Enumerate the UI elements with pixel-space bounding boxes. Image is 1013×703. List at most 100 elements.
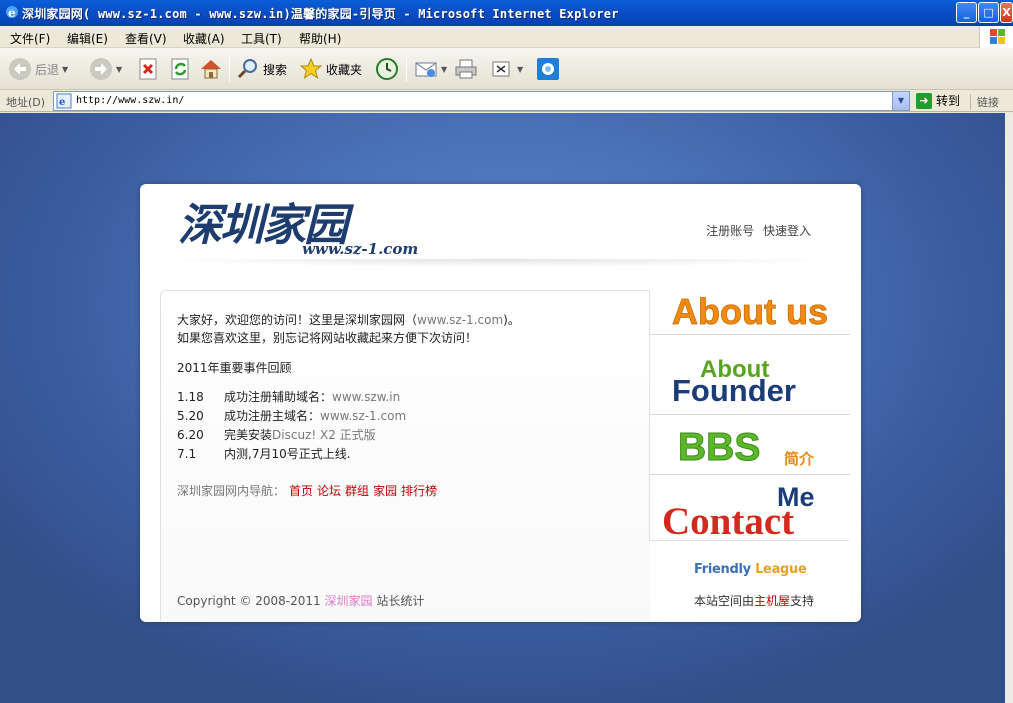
site-navigation: 深圳家园网内导航： 首页 论坛 群组 家园 排行榜 <box>177 482 437 499</box>
search-button[interactable]: 搜索 <box>236 55 287 83</box>
header-divider <box>154 259 844 275</box>
home-icon <box>201 60 221 79</box>
stop-icon <box>139 58 157 80</box>
contact-me-banner[interactable]: Me Contact <box>650 476 850 541</box>
content-panel: 大家好，欢迎您的访问！这里是深圳家园网（www.sz-1.com)。 如果您喜欢… <box>160 290 650 621</box>
nav-link-ranking[interactable]: 排行榜 <box>401 484 437 498</box>
svg-text:简介: 简介 <box>784 450 815 468</box>
refresh-icon <box>171 58 189 80</box>
back-label: 后退 <box>35 62 60 77</box>
chevron-down-icon[interactable]: ▼ <box>441 65 447 74</box>
printer-icon <box>455 59 477 79</box>
toolbar-divider <box>229 56 230 82</box>
search-icon <box>237 59 257 79</box>
close-button[interactable]: X <box>1000 2 1013 23</box>
svg-text:e: e <box>59 97 65 108</box>
toolbar: 后退 ▼ ▼ 搜索 收藏夹 ▼ ▼ <box>0 48 1013 90</box>
favorites-label: 收藏夹 <box>326 62 363 77</box>
event-item: 1.18 成功注册辅助域名：www.szw.in <box>177 390 401 404</box>
brand-link[interactable]: 深圳家园 <box>325 594 373 608</box>
messenger-button[interactable] <box>536 55 560 83</box>
forward-arrow-icon <box>90 58 112 80</box>
nav-link-home-space[interactable]: 家园 <box>373 484 397 498</box>
host-link[interactable]: 主机屋 <box>754 594 790 608</box>
menu-edit[interactable]: 编辑(E) <box>67 30 108 47</box>
minimize-button[interactable]: _ <box>956 2 977 23</box>
menu-help[interactable]: 帮助(H) <box>299 30 341 47</box>
copyright: Copyright © 2008-2011 深圳家园 站长统计 <box>177 594 425 608</box>
stats-link[interactable]: 站长统计 <box>376 594 424 608</box>
chevron-down-icon[interactable]: ▼ <box>517 65 523 74</box>
main-card: 深圳家园 www.sz-1.com 注册账号 快速登入 大家好，欢迎您的访问！这… <box>140 184 861 622</box>
maximize-button[interactable]: □ <box>978 2 999 23</box>
menu-view[interactable]: 查看(V) <box>125 30 167 47</box>
search-label: 搜索 <box>263 62 288 77</box>
about-founder-banner[interactable]: About Founder <box>650 336 850 415</box>
address-url[interactable]: http://www.szw.in/ <box>76 95 184 106</box>
welcome-line-1: 大家好，欢迎您的访问！这里是深圳家园网（www.sz-1.com)。 <box>177 313 520 327</box>
svg-text:About us: About us <box>672 291 828 332</box>
print-button[interactable] <box>454 55 478 83</box>
chevron-down-icon[interactable]: ▼ <box>62 65 68 74</box>
menu-tools[interactable]: 工具(T) <box>241 30 282 47</box>
site-logo[interactable]: 深圳家园 www.sz-1.com <box>176 192 436 258</box>
site-link[interactable]: www.sz-1.com <box>417 313 503 327</box>
chevron-down-icon[interactable]: ▼ <box>116 65 122 74</box>
nav-label: 深圳家园网内导航： <box>177 484 286 498</box>
menu-bar: 文件(F) 编辑(E) 查看(V) 收藏(A) 工具(T) 帮助(H) <box>0 26 1013 48</box>
welcome-line-2: 如果您喜欢这里，别忘记将网站收藏起来方便下次访问！ <box>177 331 478 345</box>
back-arrow-icon <box>9 58 31 80</box>
bbs-banner[interactable]: BBS 简介 <box>650 416 850 475</box>
home-button[interactable] <box>199 55 223 83</box>
address-bar: 地址(D) e http://www.szw.in/ ▼ ➜ 转到 链接 <box>0 90 1013 112</box>
svg-text:Contact: Contact <box>662 500 794 541</box>
menu-favorites[interactable]: 收藏(A) <box>183 30 225 47</box>
stop-button[interactable] <box>137 55 161 83</box>
go-arrow-icon: ➜ <box>916 92 932 109</box>
events-title: 2011年重要事件回顾 <box>177 361 292 375</box>
svg-text:Founder: Founder <box>672 373 796 408</box>
history-button[interactable] <box>375 55 399 83</box>
ie-icon: e <box>6 6 18 20</box>
address-dropdown-icon[interactable]: ▼ <box>892 92 909 110</box>
address-label: 地址(D) <box>6 96 46 109</box>
nav-link-forum[interactable]: 论坛 <box>317 484 341 498</box>
event-item: 7.1 内测,7月10号正式上线. <box>177 447 351 461</box>
refresh-button[interactable] <box>169 55 193 83</box>
mail-icon <box>415 62 437 77</box>
page-icon: e <box>56 93 72 109</box>
svg-text:www.sz-1.com: www.sz-1.com <box>302 240 418 258</box>
event-item: 6.20 完美安装Discuz! X2 正式版 <box>177 428 376 442</box>
window-title: 深圳家园网( www.sz-1.com - www.szw.in)温馨的家园-引… <box>22 7 619 21</box>
nav-link-groups[interactable]: 群组 <box>345 484 369 498</box>
mail-button[interactable]: ▼ <box>414 55 447 83</box>
toolbar-divider <box>406 56 407 82</box>
page-viewport: 深圳家园 www.sz-1.com 注册账号 快速登入 大家好，欢迎您的访问！这… <box>0 113 1005 703</box>
svg-text:e: e <box>8 6 16 20</box>
favorites-button[interactable]: 收藏夹 <box>299 55 362 83</box>
vertical-scrollbar[interactable] <box>1005 113 1013 703</box>
edit-page-icon <box>492 61 510 77</box>
hosting-credit: 本站空间由主机屋支持 <box>694 594 815 608</box>
star-icon <box>299 57 323 80</box>
register-link[interactable]: 注册账号 <box>706 224 754 238</box>
edit-button[interactable]: ▼ <box>490 55 523 83</box>
friendly-league-link[interactable]: Friendly League <box>694 562 807 577</box>
nav-link-home[interactable]: 首页 <box>289 484 313 498</box>
login-link[interactable]: 快速登入 <box>763 224 811 238</box>
title-bar: e 深圳家园网( www.sz-1.com - www.szw.in)温馨的家园… <box>0 0 1013 26</box>
forward-button[interactable]: ▼ <box>89 55 122 83</box>
menu-file[interactable]: 文件(F) <box>10 30 50 47</box>
windows-logo-icon <box>979 26 1013 48</box>
svg-text:BBS: BBS <box>678 426 760 469</box>
links-button[interactable]: 链接 <box>970 94 999 110</box>
top-links: 注册账号 快速登入 <box>701 222 811 239</box>
about-us-banner[interactable]: About us <box>650 290 850 335</box>
go-button[interactable]: ➜ 转到 <box>916 92 960 109</box>
back-button[interactable]: 后退 ▼ <box>8 55 68 83</box>
go-label: 转到 <box>936 94 961 108</box>
event-item: 5.20 成功注册主域名：www.sz-1.com <box>177 409 407 423</box>
history-icon <box>376 58 398 80</box>
sidebar: About us About Founder BBS 简介 Me Contact <box>649 290 850 541</box>
address-input[interactable]: e http://www.szw.in/ ▼ <box>53 91 910 111</box>
